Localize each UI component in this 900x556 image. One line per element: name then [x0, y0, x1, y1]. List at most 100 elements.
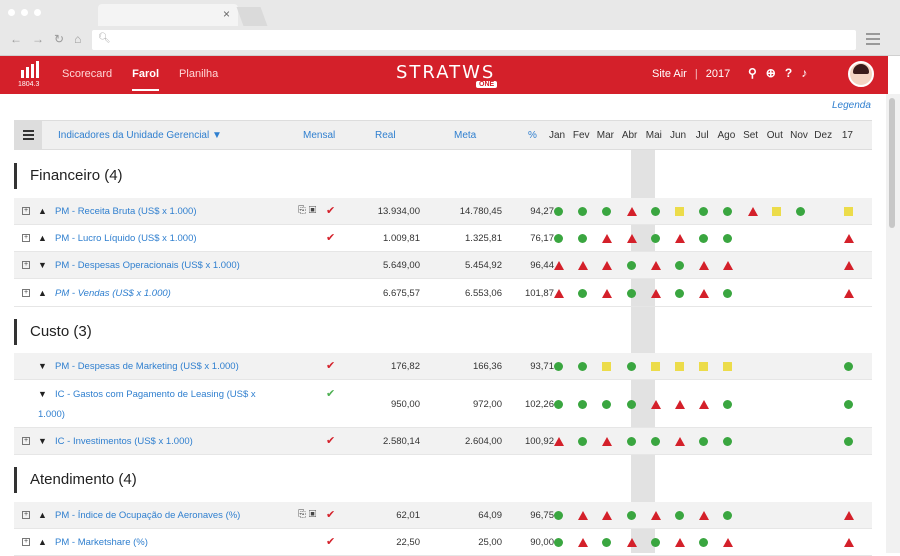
attachment-icon[interactable]: ⎘ ▣	[298, 205, 316, 216]
status-cell[interactable]	[741, 428, 765, 454]
table-row[interactable]: + ▼ IC - Investimentos (US$ x 1.000) ✔ 2.580…	[14, 428, 872, 455]
expand-icon[interactable]: +	[22, 234, 30, 242]
status-cell[interactable]	[789, 198, 813, 224]
address-bar[interactable]: 🔍︎	[92, 30, 856, 50]
status-cell[interactable]	[837, 225, 861, 251]
status-cell[interactable]	[813, 198, 837, 224]
search-icon[interactable]: ⚲	[748, 66, 757, 80]
status-cell[interactable]	[765, 252, 789, 278]
status-cell[interactable]	[789, 502, 813, 528]
status-cell[interactable]	[716, 529, 740, 555]
month-header[interactable]: Jan	[545, 130, 569, 141]
scrollbar-thumb[interactable]	[889, 98, 895, 228]
indicator-name[interactable]: IC - Gastos com Pagamento de Leasing (US…	[55, 389, 256, 400]
month-header[interactable]: Abr	[618, 130, 642, 141]
status-cell[interactable]	[813, 428, 837, 454]
status-cell[interactable]	[571, 428, 595, 454]
status-cell[interactable]	[644, 280, 668, 306]
month-header[interactable]: Dez	[811, 130, 835, 141]
unit-selector[interactable]: Indicadores da Unidade Gerencial ▼	[58, 130, 222, 141]
bell-icon[interactable]: ♪	[801, 66, 807, 80]
status-cell[interactable]	[837, 280, 861, 306]
status-cell[interactable]	[620, 225, 644, 251]
status-cell[interactable]	[668, 502, 692, 528]
status-cell[interactable]	[813, 252, 837, 278]
status-cell[interactable]	[813, 225, 837, 251]
status-cell[interactable]	[644, 353, 668, 379]
status-cell[interactable]	[716, 353, 740, 379]
indicator-name[interactable]: PM - Lucro Líquido (US$ x 1.000)	[55, 233, 197, 244]
new-tab-button[interactable]	[236, 7, 268, 26]
status-cell[interactable]	[644, 252, 668, 278]
status-cell[interactable]	[644, 381, 668, 427]
nav-planilha[interactable]: Planilha	[179, 68, 218, 91]
status-cell[interactable]	[620, 198, 644, 224]
status-cell[interactable]	[547, 252, 571, 278]
month-header[interactable]: Ago	[714, 130, 738, 141]
status-cell[interactable]	[620, 529, 644, 555]
status-cell[interactable]	[813, 381, 837, 427]
status-cell[interactable]	[620, 280, 644, 306]
status-cell[interactable]	[692, 225, 716, 251]
status-cell[interactable]	[741, 381, 765, 427]
status-cell[interactable]	[692, 428, 716, 454]
status-cell[interactable]	[547, 198, 571, 224]
status-cell[interactable]	[741, 280, 765, 306]
close-icon[interactable]: ×	[223, 7, 230, 21]
status-cell[interactable]	[595, 280, 619, 306]
table-row[interactable]: ▼ IC - Gastos com Pagamento de Leasing (U…	[14, 381, 872, 428]
status-cell[interactable]	[668, 381, 692, 427]
table-row[interactable]: + ▼ PM - Despesas Operacionais (US$ x 1.00…	[14, 252, 872, 279]
status-cell[interactable]	[765, 529, 789, 555]
status-cell[interactable]	[789, 381, 813, 427]
status-cell[interactable]	[837, 428, 861, 454]
status-cell[interactable]	[765, 280, 789, 306]
status-cell[interactable]	[716, 428, 740, 454]
status-cell[interactable]	[620, 428, 644, 454]
col-pct[interactable]: %	[528, 130, 537, 141]
status-cell[interactable]	[741, 252, 765, 278]
status-cell[interactable]	[789, 252, 813, 278]
status-cell[interactable]	[716, 502, 740, 528]
help-icon[interactable]: ?	[785, 66, 792, 80]
status-cell[interactable]	[837, 198, 861, 224]
window-controls[interactable]	[8, 9, 41, 16]
status-cell[interactable]	[716, 381, 740, 427]
status-cell[interactable]	[716, 225, 740, 251]
status-cell[interactable]	[789, 529, 813, 555]
indicator-name-cont[interactable]: 1.000)	[38, 409, 65, 420]
site-selector[interactable]: Site Air | 2017	[652, 68, 730, 80]
status-cell[interactable]	[547, 529, 571, 555]
status-cell[interactable]	[595, 502, 619, 528]
status-cell[interactable]	[644, 502, 668, 528]
status-cell[interactable]	[668, 529, 692, 555]
status-cell[interactable]	[813, 502, 837, 528]
status-cell[interactable]	[741, 198, 765, 224]
indicator-name[interactable]: PM - Despesas Operacionais (US$ x 1.000)	[55, 260, 240, 271]
status-cell[interactable]	[571, 198, 595, 224]
month-header[interactable]: Jun	[666, 130, 690, 141]
status-cell[interactable]	[813, 529, 837, 555]
status-cell[interactable]	[668, 252, 692, 278]
col-meta[interactable]: Meta	[454, 130, 476, 141]
status-cell[interactable]	[716, 198, 740, 224]
status-cell[interactable]	[595, 198, 619, 224]
status-cell[interactable]	[620, 252, 644, 278]
status-cell[interactable]	[595, 225, 619, 251]
indicator-name[interactable]: PM - Índice de Ocupação de Aeronaves (%)	[55, 510, 240, 521]
status-cell[interactable]	[571, 502, 595, 528]
status-cell[interactable]	[837, 353, 861, 379]
expand-icon[interactable]: +	[22, 289, 30, 297]
status-cell[interactable]	[668, 428, 692, 454]
status-cell[interactable]	[692, 353, 716, 379]
status-cell[interactable]	[765, 502, 789, 528]
indicator-name[interactable]: PM - Receita Bruta (US$ x 1.000)	[55, 206, 197, 217]
status-cell[interactable]	[595, 428, 619, 454]
status-cell[interactable]	[837, 502, 861, 528]
status-cell[interactable]	[547, 225, 571, 251]
status-cell[interactable]	[547, 381, 571, 427]
status-cell[interactable]	[765, 381, 789, 427]
status-cell[interactable]	[692, 280, 716, 306]
table-row[interactable]: + ▲ PM - Índice de Ocupação de Aeronaves (…	[14, 502, 872, 529]
month-header[interactable]: Mai	[642, 130, 666, 141]
